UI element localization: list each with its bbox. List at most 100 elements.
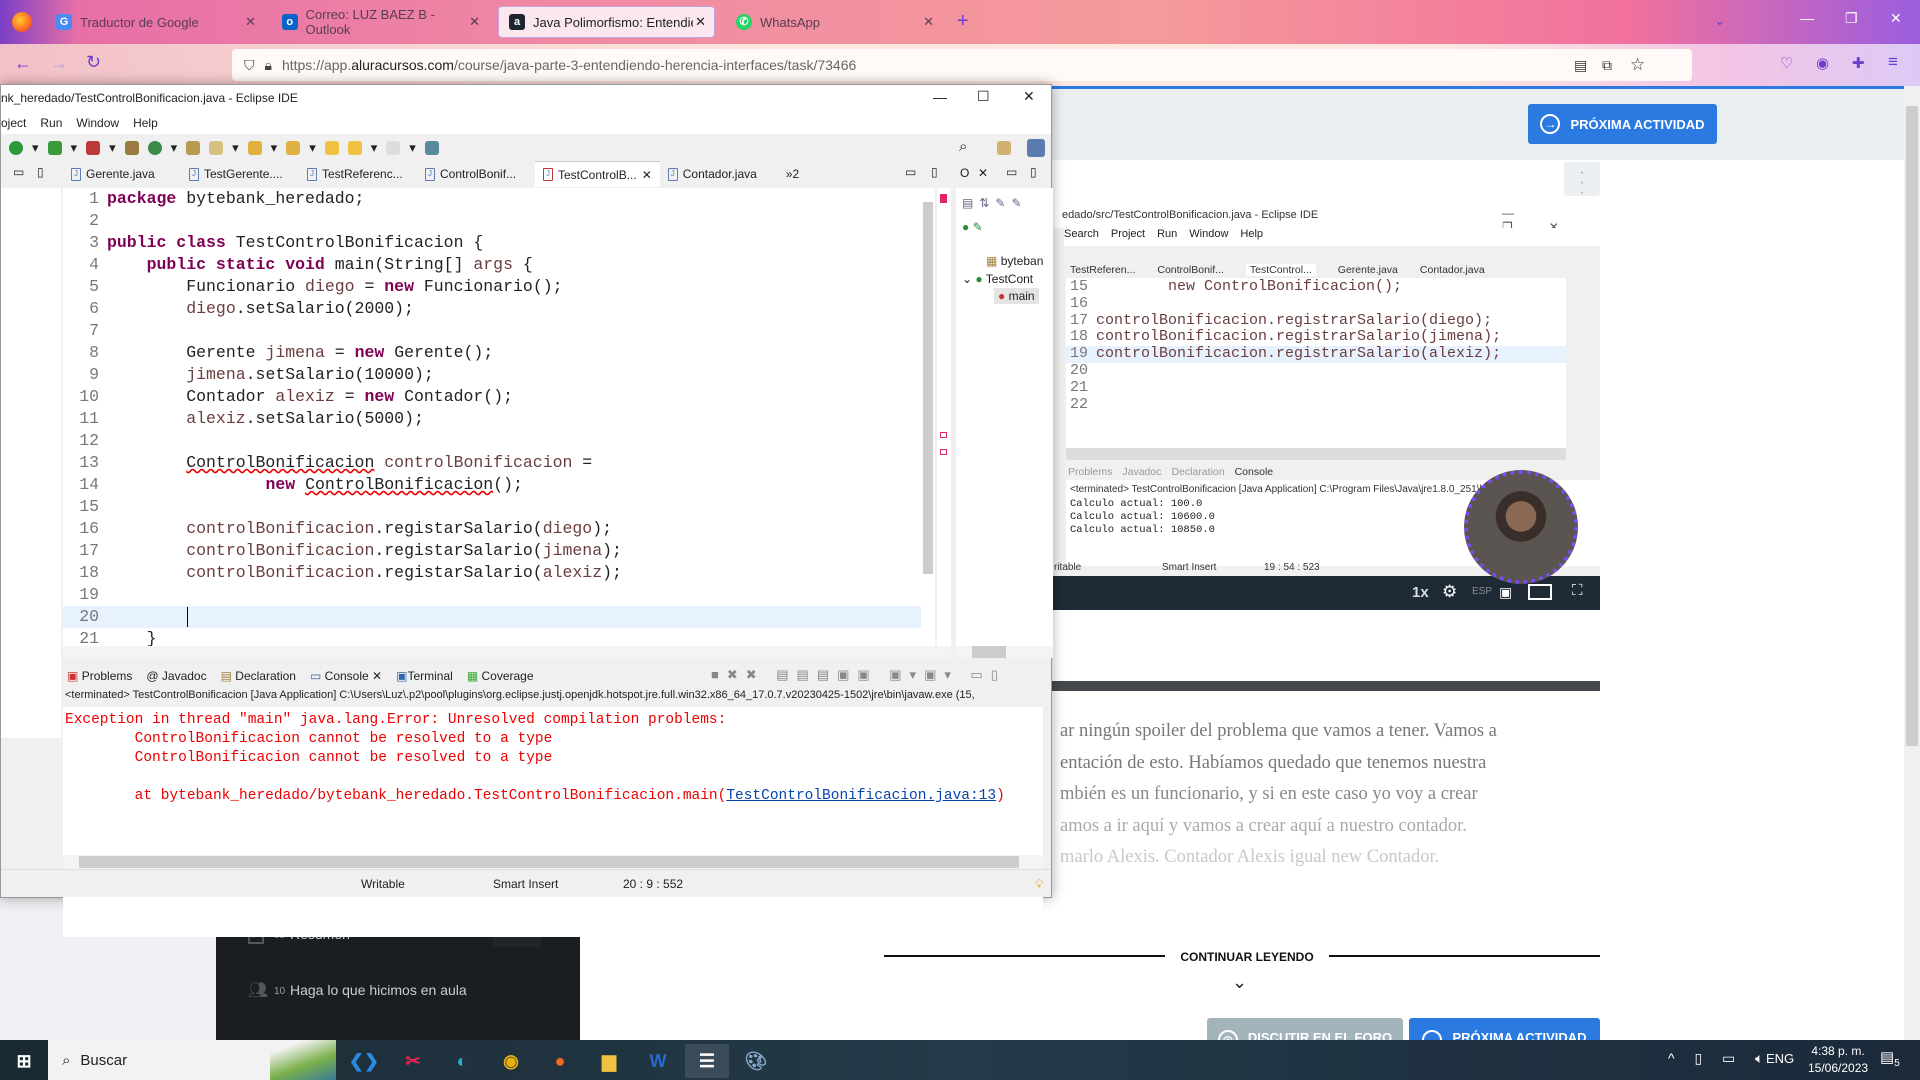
tab-console[interactable]: ▭ Console ✕ (310, 669, 382, 683)
open-type-icon[interactable] (186, 140, 201, 155)
input-language[interactable]: ENG (1766, 1051, 1794, 1066)
editor-vscroll[interactable] (921, 188, 935, 646)
restore-icon[interactable]: ❐ (1845, 10, 1858, 27)
tab-problems[interactable]: ▣ Problems (67, 669, 132, 683)
tab-declaration[interactable]: ▤ Declaration (221, 669, 296, 683)
lesson-video[interactable]: edado/src/TestControlBonificacion.java -… (1052, 200, 1600, 610)
tab-coverage[interactable]: ▦ Coverage (467, 669, 534, 683)
back-icon[interactable] (347, 140, 362, 155)
pip-icon[interactable]: ▣ (1499, 584, 1512, 601)
code-editor[interactable]: 1 package bytebank_heredado; 2 3 public clas… (63, 188, 929, 646)
tab-gerente[interactable]: J Gerente.java (63, 161, 181, 187)
theater-mode-icon[interactable] (1528, 584, 1552, 600)
tab-terminal[interactable]: ▣Terminal (396, 669, 453, 683)
close-tab-icon[interactable]: ✕ (372, 669, 382, 683)
tab-outlook[interactable]: o Correo: LUZ BAEZ B - Outlook ✕ (272, 6, 488, 38)
settings-gear-icon[interactable]: ⚙ (1442, 582, 1457, 602)
tab-testgerente[interactable]: J TestGerente.... (181, 161, 299, 187)
previous-annotation-icon[interactable] (286, 140, 301, 155)
next-annotation-icon[interactable] (247, 140, 262, 155)
maximize-icon[interactable]: ▯ (1030, 165, 1037, 179)
menu-window[interactable]: Window (76, 116, 119, 130)
vscode-icon[interactable]: ❮❯ (342, 1044, 386, 1078)
outline-toolbar-icons[interactable]: ▤⇅✎✎ (962, 196, 1028, 210)
extensions-icon[interactable]: ✚ (1852, 54, 1865, 72)
chrome-icon[interactable]: ◉ (489, 1044, 533, 1078)
outline-tab-icon[interactable]: O (960, 166, 969, 180)
edge-icon[interactable]: ◐ (440, 1044, 484, 1078)
clock[interactable]: 4:38 p. m. 15/06/2023 (1808, 1043, 1868, 1077)
outline-class[interactable]: ⌄ ● TestCont (962, 272, 1033, 286)
menu-icon[interactable]: ≡ (1888, 52, 1898, 72)
console-toolbar[interactable]: ■✖✖ ▤▤▤▣▣ ▣▾▣▾ ▭▯ (711, 667, 1006, 683)
run-icon[interactable] (47, 140, 62, 155)
tab-controlbonificacion[interactable]: J ControlBonif... (417, 161, 535, 187)
tab-alura[interactable]: a Java Polimorfismo: Entendiendo✕ (498, 6, 715, 38)
tab-google-translate[interactable]: G Traductor de Google ✕ (46, 6, 264, 38)
close-tab-icon[interactable]: ✕ (245, 14, 256, 30)
firefox-taskbar-icon[interactable]: ● (538, 1044, 582, 1078)
forward-icon[interactable] (386, 140, 401, 155)
menu-help[interactable]: Help (133, 116, 158, 130)
fullscreen-icon[interactable]: ⛶ (1572, 582, 1583, 599)
tab-testreferencia[interactable]: J TestReferenc... (299, 161, 417, 187)
close-icon[interactable]: ✕ (1023, 88, 1035, 105)
lightbulb-icon[interactable]: 💡︎ (1035, 877, 1043, 892)
tab-testcontrolbonificacion[interactable]: J TestControlB... ✕ (535, 161, 660, 187)
stack-trace-link[interactable]: TestControlBonificacion.java:13 (726, 788, 996, 804)
search-box[interactable]: ⌕ Buscar (48, 1040, 336, 1080)
outline-package[interactable]: ▦ byteban (986, 254, 1043, 268)
back-icon[interactable]: ← (14, 53, 32, 74)
search-icon[interactable]: ⌕ (959, 138, 967, 155)
close-tab-icon[interactable]: ✕ (642, 168, 652, 182)
paint-icon[interactable]: 🎨︎ (734, 1044, 778, 1078)
java-perspective-icon[interactable] (1027, 139, 1045, 157)
system-tray-icons[interactable]: ^ ▯ ▭ 🔈︎ (1668, 1050, 1772, 1067)
list-tabs-icon[interactable]: ⌄ (1714, 12, 1726, 29)
url-bar[interactable]: ⛉ 🔒︎ https://app. aluracursos.com/course/… (232, 49, 1692, 81)
reader-view-icon[interactable]: ▤ (1574, 57, 1587, 74)
console-output[interactable]: Exception in thread "main" java.lang.Err… (63, 707, 1043, 937)
page-scrollbar[interactable] (1904, 86, 1920, 1040)
minimize-editor-icon[interactable]: ▭ (905, 165, 916, 179)
menu-project[interactable]: oject (1, 116, 26, 130)
playback-speed-button[interactable]: 1x (1412, 584, 1429, 601)
outline-filter-icon[interactable]: ● ✎ (962, 220, 983, 234)
course-item-haga-lo-que-hicimos[interactable]: Haga lo que hicimos en aula (290, 982, 467, 998)
firefox-icon[interactable] (12, 12, 32, 32)
word-icon[interactable]: W (636, 1044, 680, 1078)
tab-javadoc[interactable]: @ Javadoc (146, 669, 206, 683)
open-perspective-icon[interactable] (997, 141, 1011, 155)
tab-whatsapp[interactable]: ✆ WhatsApp ✕ (726, 6, 942, 38)
reload-icon[interactable]: ↻ (86, 52, 101, 73)
file-explorer-icon[interactable]: ▆ (587, 1044, 631, 1078)
minimize-icon[interactable]: — (1800, 10, 1814, 26)
package-explorer-minimized[interactable]: ▭ ▯ (1, 161, 63, 187)
pocket-icon[interactable]: ♡ (1780, 54, 1793, 72)
minimize-icon[interactable]: ▭ (1006, 165, 1017, 179)
bookmark-star-icon[interactable]: ☆ (1630, 55, 1645, 75)
chevron-down-icon[interactable]: ⌄ (1232, 972, 1247, 993)
outline-hscroll[interactable] (956, 646, 1053, 658)
menu-run[interactable]: Run (40, 116, 62, 130)
windows-start-icon[interactable]: ⊞ (2, 1044, 46, 1078)
eclipse-taskbar-icon[interactable]: ☰ (685, 1044, 729, 1078)
picture-in-picture-icon[interactable]: ⧉ (1602, 57, 1612, 74)
account-icon[interactable]: ◉ (1816, 54, 1829, 72)
tab-contador[interactable]: J Contador.java (660, 161, 778, 187)
more-tabs-button[interactable]: »2 (778, 161, 818, 187)
new-tab-button[interactable]: + (957, 10, 969, 33)
close-tab-icon[interactable]: ✕ (469, 14, 480, 30)
next-activity-button[interactable]: → PRÓXIMA ACTIVIDAD (1528, 104, 1717, 144)
close-outline-icon[interactable]: ✕ (978, 166, 988, 180)
pin-editor-icon[interactable] (424, 140, 439, 155)
notifications-icon[interactable]: ▤5 (1880, 1048, 1900, 1069)
editor-hscroll[interactable] (63, 646, 951, 658)
close-window-icon[interactable]: ✕ (1890, 10, 1902, 27)
minimize-icon[interactable]: — (933, 89, 947, 105)
close-tab-icon[interactable]: ✕ (923, 14, 934, 30)
outline-main-method[interactable]: ● main (994, 288, 1039, 304)
last-edit-icon[interactable] (324, 140, 339, 155)
console-hscroll[interactable] (63, 855, 1043, 869)
new-java-package-icon[interactable] (124, 140, 139, 155)
